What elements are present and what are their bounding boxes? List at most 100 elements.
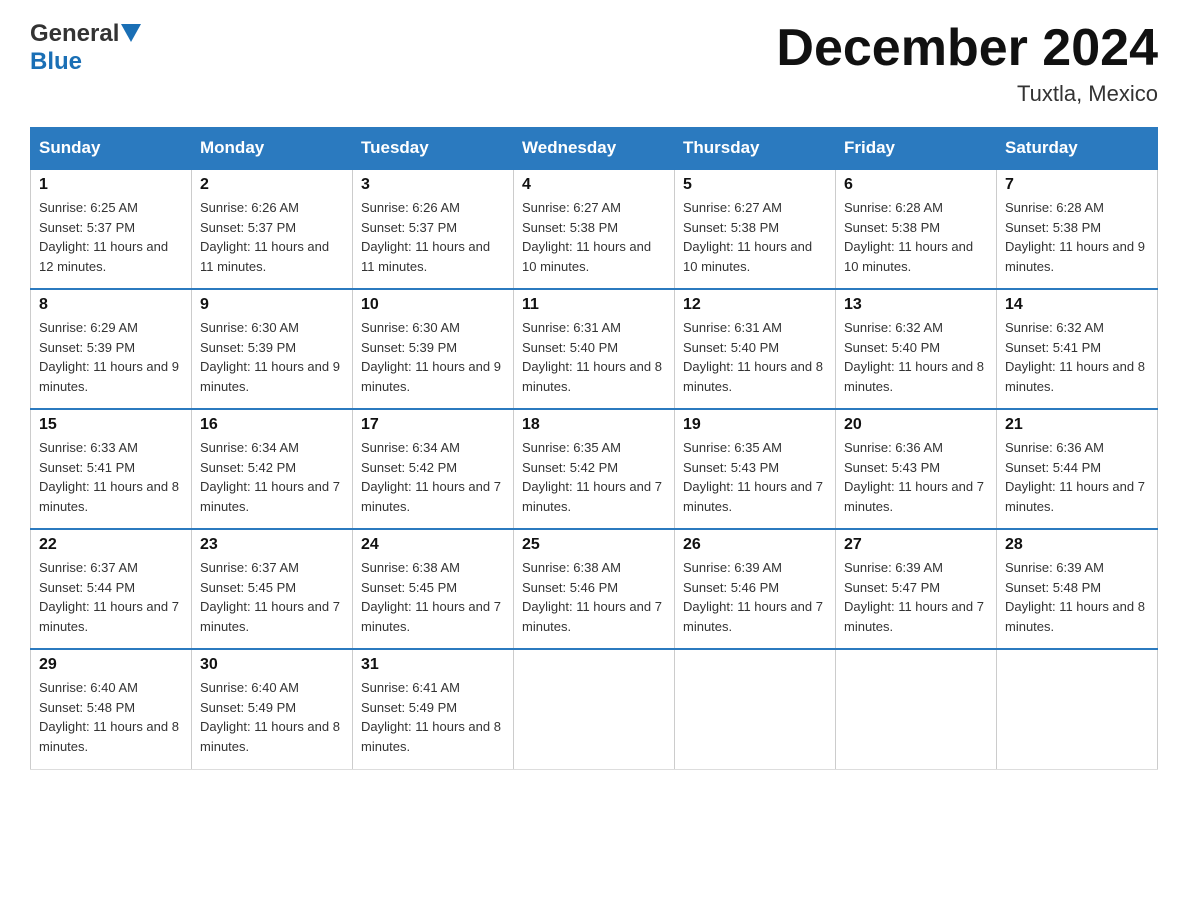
day-info: Sunrise: 6:29 AMSunset: 5:39 PMDaylight:… bbox=[39, 318, 183, 396]
day-number: 7 bbox=[1005, 176, 1149, 194]
calendar-cell: 18Sunrise: 6:35 AMSunset: 5:42 PMDayligh… bbox=[514, 409, 675, 529]
calendar-cell: 19Sunrise: 6:35 AMSunset: 5:43 PMDayligh… bbox=[675, 409, 836, 529]
calendar-cell: 17Sunrise: 6:34 AMSunset: 5:42 PMDayligh… bbox=[353, 409, 514, 529]
day-number: 19 bbox=[683, 416, 827, 434]
calendar-cell: 16 Sunrise: 6:34 AMSunset: 5:42 PMDayligh… bbox=[192, 409, 353, 529]
day-info: Sunrise: 6:41 AMSunset: 5:49 PMDaylight:… bbox=[361, 678, 505, 756]
day-info: Sunrise: 6:31 AMSunset: 5:40 PMDaylight:… bbox=[683, 318, 827, 396]
day-number: 31 bbox=[361, 656, 505, 674]
calendar-cell bbox=[675, 649, 836, 769]
calendar-cell: 9 Sunrise: 6:30 AMSunset: 5:39 PMDaylight… bbox=[192, 289, 353, 409]
day-number: 18 bbox=[522, 416, 666, 434]
day-number: 25 bbox=[522, 536, 666, 554]
day-info: Sunrise: 6:27 AMSunset: 5:38 PMDaylight:… bbox=[683, 198, 827, 276]
logo: General Blue bbox=[30, 20, 141, 76]
calendar-cell: 31 Sunrise: 6:41 AMSunset: 5:49 PMDayligh… bbox=[353, 649, 514, 769]
day-number: 5 bbox=[683, 176, 827, 194]
day-info: Sunrise: 6:25 AMSunset: 5:37 PMDaylight:… bbox=[39, 198, 183, 276]
day-info: Sunrise: 6:33 AMSunset: 5:41 PMDaylight:… bbox=[39, 438, 183, 516]
calendar-cell: 27 Sunrise: 6:39 AMSunset: 5:47 PMDayligh… bbox=[836, 529, 997, 649]
day-number: 28 bbox=[1005, 536, 1149, 554]
title-section: December 2024 Tuxtla, Mexico bbox=[776, 20, 1158, 107]
week-row-4: 22 Sunrise: 6:37 AMSunset: 5:44 PMDayligh… bbox=[31, 529, 1158, 649]
day-number: 15 bbox=[39, 416, 183, 434]
calendar-cell: 21 Sunrise: 6:36 AMSunset: 5:44 PMDayligh… bbox=[997, 409, 1158, 529]
day-info: Sunrise: 6:37 AMSunset: 5:44 PMDaylight:… bbox=[39, 558, 183, 636]
day-info: Sunrise: 6:37 AMSunset: 5:45 PMDaylight:… bbox=[200, 558, 344, 636]
day-info: Sunrise: 6:39 AMSunset: 5:46 PMDaylight:… bbox=[683, 558, 827, 636]
calendar-cell: 8 Sunrise: 6:29 AMSunset: 5:39 PMDaylight… bbox=[31, 289, 192, 409]
calendar-cell: 3Sunrise: 6:26 AMSunset: 5:37 PMDaylight… bbox=[353, 169, 514, 289]
day-info: Sunrise: 6:34 AMSunset: 5:42 PMDaylight:… bbox=[200, 438, 344, 516]
calendar-cell: 25 Sunrise: 6:38 AMSunset: 5:46 PMDayligh… bbox=[514, 529, 675, 649]
calendar-cell: 30 Sunrise: 6:40 AMSunset: 5:49 PMDayligh… bbox=[192, 649, 353, 769]
day-info: Sunrise: 6:40 AMSunset: 5:49 PMDaylight:… bbox=[200, 678, 344, 756]
day-number: 24 bbox=[361, 536, 505, 554]
day-info: Sunrise: 6:32 AMSunset: 5:41 PMDaylight:… bbox=[1005, 318, 1149, 396]
calendar-cell: 29Sunrise: 6:40 AMSunset: 5:48 PMDayligh… bbox=[31, 649, 192, 769]
calendar-cell: 26 Sunrise: 6:39 AMSunset: 5:46 PMDayligh… bbox=[675, 529, 836, 649]
calendar-cell: 7 Sunrise: 6:28 AMSunset: 5:38 PMDaylight… bbox=[997, 169, 1158, 289]
day-info: Sunrise: 6:39 AMSunset: 5:48 PMDaylight:… bbox=[1005, 558, 1149, 636]
day-number: 12 bbox=[683, 296, 827, 314]
day-info: Sunrise: 6:26 AMSunset: 5:37 PMDaylight:… bbox=[200, 198, 344, 276]
day-info: Sunrise: 6:30 AMSunset: 5:39 PMDaylight:… bbox=[361, 318, 505, 396]
column-header-thursday: Thursday bbox=[675, 128, 836, 170]
calendar-cell: 12 Sunrise: 6:31 AMSunset: 5:40 PMDayligh… bbox=[675, 289, 836, 409]
day-info: Sunrise: 6:39 AMSunset: 5:47 PMDaylight:… bbox=[844, 558, 988, 636]
day-number: 2 bbox=[200, 176, 344, 194]
day-info: Sunrise: 6:34 AMSunset: 5:42 PMDaylight:… bbox=[361, 438, 505, 516]
day-info: Sunrise: 6:32 AMSunset: 5:40 PMDaylight:… bbox=[844, 318, 988, 396]
day-info: Sunrise: 6:28 AMSunset: 5:38 PMDaylight:… bbox=[844, 198, 988, 276]
logo-general-text: General bbox=[30, 20, 119, 48]
day-number: 8 bbox=[39, 296, 183, 314]
day-number: 21 bbox=[1005, 416, 1149, 434]
calendar-table: SundayMondayTuesdayWednesdayThursdayFrid… bbox=[30, 127, 1158, 770]
calendar-cell bbox=[514, 649, 675, 769]
day-info: Sunrise: 6:28 AMSunset: 5:38 PMDaylight:… bbox=[1005, 198, 1149, 276]
calendar-cell bbox=[997, 649, 1158, 769]
day-info: Sunrise: 6:36 AMSunset: 5:44 PMDaylight:… bbox=[1005, 438, 1149, 516]
week-row-5: 29Sunrise: 6:40 AMSunset: 5:48 PMDayligh… bbox=[31, 649, 1158, 769]
column-header-wednesday: Wednesday bbox=[514, 128, 675, 170]
day-number: 4 bbox=[522, 176, 666, 194]
column-header-friday: Friday bbox=[836, 128, 997, 170]
calendar-cell: 28 Sunrise: 6:39 AMSunset: 5:48 PMDayligh… bbox=[997, 529, 1158, 649]
day-number: 20 bbox=[844, 416, 988, 434]
column-header-saturday: Saturday bbox=[997, 128, 1158, 170]
calendar-cell: 14 Sunrise: 6:32 AMSunset: 5:41 PMDayligh… bbox=[997, 289, 1158, 409]
week-row-1: 1Sunrise: 6:25 AMSunset: 5:37 PMDaylight… bbox=[31, 169, 1158, 289]
location: Tuxtla, Mexico bbox=[776, 81, 1158, 107]
week-row-2: 8 Sunrise: 6:29 AMSunset: 5:39 PMDaylight… bbox=[31, 289, 1158, 409]
column-header-tuesday: Tuesday bbox=[353, 128, 514, 170]
calendar-cell: 4 Sunrise: 6:27 AMSunset: 5:38 PMDaylight… bbox=[514, 169, 675, 289]
day-number: 22 bbox=[39, 536, 183, 554]
day-info: Sunrise: 6:38 AMSunset: 5:46 PMDaylight:… bbox=[522, 558, 666, 636]
day-info: Sunrise: 6:30 AMSunset: 5:39 PMDaylight:… bbox=[200, 318, 344, 396]
page-header: General Blue December 2024 Tuxtla, Mexic… bbox=[30, 20, 1158, 107]
day-number: 14 bbox=[1005, 296, 1149, 314]
day-number: 13 bbox=[844, 296, 988, 314]
day-number: 16 bbox=[200, 416, 344, 434]
day-number: 6 bbox=[844, 176, 988, 194]
day-info: Sunrise: 6:38 AMSunset: 5:45 PMDaylight:… bbox=[361, 558, 505, 636]
day-info: Sunrise: 6:31 AMSunset: 5:40 PMDaylight:… bbox=[522, 318, 666, 396]
calendar-cell: 2 Sunrise: 6:26 AMSunset: 5:37 PMDaylight… bbox=[192, 169, 353, 289]
calendar-cell: 23 Sunrise: 6:37 AMSunset: 5:45 PMDayligh… bbox=[192, 529, 353, 649]
calendar-cell: 15 Sunrise: 6:33 AMSunset: 5:41 PMDayligh… bbox=[31, 409, 192, 529]
day-info: Sunrise: 6:27 AMSunset: 5:38 PMDaylight:… bbox=[522, 198, 666, 276]
calendar-cell: 1Sunrise: 6:25 AMSunset: 5:37 PMDaylight… bbox=[31, 169, 192, 289]
day-number: 10 bbox=[361, 296, 505, 314]
calendar-cell: 24 Sunrise: 6:38 AMSunset: 5:45 PMDayligh… bbox=[353, 529, 514, 649]
calendar-cell: 22 Sunrise: 6:37 AMSunset: 5:44 PMDayligh… bbox=[31, 529, 192, 649]
calendar-cell: 13 Sunrise: 6:32 AMSunset: 5:40 PMDayligh… bbox=[836, 289, 997, 409]
logo-blue-text: Blue bbox=[30, 48, 82, 76]
week-row-3: 15 Sunrise: 6:33 AMSunset: 5:41 PMDayligh… bbox=[31, 409, 1158, 529]
day-number: 27 bbox=[844, 536, 988, 554]
day-info: Sunrise: 6:36 AMSunset: 5:43 PMDaylight:… bbox=[844, 438, 988, 516]
day-number: 23 bbox=[200, 536, 344, 554]
day-number: 26 bbox=[683, 536, 827, 554]
header-row: SundayMondayTuesdayWednesdayThursdayFrid… bbox=[31, 128, 1158, 170]
day-number: 9 bbox=[200, 296, 344, 314]
day-number: 30 bbox=[200, 656, 344, 674]
